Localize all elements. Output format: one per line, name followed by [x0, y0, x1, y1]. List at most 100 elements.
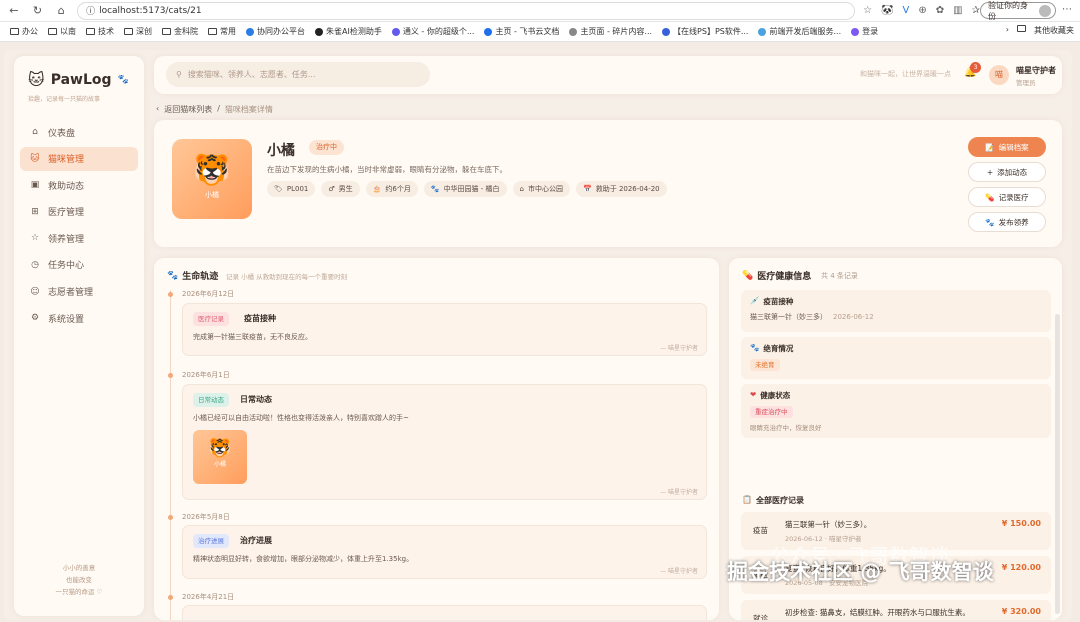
- sidebar-menu: ⌂ 仪表盘 🐱 猫咪管理 ▣ 救助动态 ⊞ 医疗管理 ☆ 领养管理 ◷ 任务中心 ☺ 志愿者管理 ⚙ 系统设置: [20, 120, 138, 333]
- bookmark-item[interactable]: 常用: [208, 26, 236, 37]
- brand[interactable]: 🐱 PawLog 🐾: [28, 70, 129, 89]
- edit-profile-button[interactable]: 📝 编辑档案: [968, 137, 1046, 157]
- search-input[interactable]: ⚲ 搜索猫咪、领养人、志愿者、任务...: [166, 62, 430, 87]
- back-to-list-link[interactable]: 返回猫咪列表: [164, 104, 212, 115]
- more-menu-icon[interactable]: ⋯: [1062, 4, 1072, 15]
- chip-text: 救助于 2026-04-20: [595, 185, 660, 193]
- heart-icon: ❤: [750, 390, 757, 399]
- bookmark-item[interactable]: 技术: [86, 26, 114, 37]
- gender-icon: ♂: [328, 185, 335, 193]
- action-label: 添加动态: [997, 167, 1028, 177]
- favorites-icon[interactable]: ✰: [972, 5, 980, 16]
- site-icon: [315, 27, 323, 36]
- timeline-event-card[interactable]: 日常动态 日常动态 小橘已经可以自由活动啦！性格也变得活泼亲人，特别喜欢蹭人的手…: [182, 384, 707, 500]
- extension-v-icon[interactable]: V: [903, 5, 910, 16]
- bookmark-item[interactable]: 深创: [124, 26, 152, 37]
- syringe-icon: 💉: [750, 296, 760, 305]
- bookmark-label: 金科院: [174, 27, 198, 36]
- extensions-icon[interactable]: ✿: [936, 5, 944, 16]
- cat-info-chips: 🏷 PL001 ♂ 男生 🎂 约6个月 🐾 中华田园猫 - 橘白 ⌂ 市中心公园 📅 救助于 2026…: [267, 181, 667, 197]
- bookmark-label: 主页 - 飞书云文档: [495, 27, 560, 36]
- event-photo[interactable]: 🐯 小橘: [193, 430, 247, 484]
- publish-adoption-button[interactable]: 🐾 发布领养: [968, 212, 1046, 232]
- sidebar-item-4[interactable]: ☆ 领养管理: [20, 226, 138, 250]
- bookmark-item[interactable]: 以南: [48, 26, 76, 37]
- identity-button[interactable]: 验证你的身份: [979, 1, 1056, 21]
- event-text: 小橘已经可以自由活动啦！性格也变得活泼亲人，特别喜欢蹭人的手~: [193, 414, 409, 422]
- sidebar-item-6[interactable]: ☺ 志愿者管理: [20, 280, 138, 304]
- sidebar: 🐱 PawLog 🐾 拾趣，记录每一只猫的故事 ⌂ 仪表盘 🐱 猫咪管理 ▣ 救助动态 ⊞ 医…: [14, 56, 144, 616]
- record-medical-button[interactable]: 💊 记录医疗: [968, 187, 1046, 207]
- timeline-title-text: 生命轨迹: [182, 272, 219, 282]
- condition-title-text: 健康状态: [760, 391, 791, 400]
- scrollbar[interactable]: [1055, 314, 1060, 614]
- chip-text: 男生: [338, 185, 353, 193]
- age-chip: 🎂 约6个月: [365, 181, 418, 197]
- cat-face-icon: 🐯: [208, 438, 232, 459]
- sidebar-item-0[interactable]: ⌂ 仪表盘: [20, 120, 138, 144]
- split-screen-icon[interactable]: ▥: [953, 5, 962, 16]
- reload-icon[interactable]: ↻: [28, 4, 48, 17]
- bookmark-item[interactable]: 通义 - 你的超级个...: [391, 26, 474, 37]
- notification-badge: 3: [970, 62, 981, 73]
- record-type: 就诊: [753, 614, 768, 620]
- extension-link-icon[interactable]: ⊕: [918, 5, 926, 16]
- sidebar-item-3[interactable]: ⊞ 医疗管理: [20, 200, 138, 224]
- bookmark-label: 前端开发后端服务...: [769, 27, 842, 36]
- chevron-right-icon[interactable]: ›: [1006, 25, 1009, 36]
- timeline-event-card[interactable]: [182, 605, 707, 620]
- medical-record-row[interactable]: 就诊初步检查: 猫鼻支，结膜红肿。开眼药水与口服抗生素。2026-04-21 ·…: [741, 600, 1051, 620]
- timeline-event-card[interactable]: 治疗进展 治疗进展 精神状态明显好转，食欲增加，眼部分泌物减少，体重上升至1.3…: [182, 525, 707, 579]
- info-icon[interactable]: ⓘ: [86, 4, 95, 17]
- user-avatar[interactable]: 喵: [989, 65, 1009, 85]
- timeline-panel: 🐾 生命轨迹 记录 小橘 从救助到现在的每一个重要时刻 2026年6月12日 医…: [154, 258, 719, 620]
- cat-profile-card: 🐯 小橘 小橘 治疗中 在苗边下发现的生病小橘，当时非常虚弱，眼睛有分泌物，躲在…: [154, 120, 1062, 247]
- home-icon[interactable]: ⌂: [51, 4, 71, 17]
- clock-icon: ◷: [31, 259, 39, 270]
- record-description: 猫三联第一针（妙三多）。: [785, 520, 872, 529]
- id-icon: 🏷: [274, 185, 283, 193]
- add-post-button[interactable]: + 添加动态: [968, 162, 1046, 182]
- favorite-star-icon[interactable]: ☆: [863, 5, 872, 16]
- event-title: 疫苗接种: [244, 314, 276, 323]
- bookmark-item[interactable]: 主页面 - 碎片内容...: [569, 26, 652, 37]
- bookmark-item[interactable]: 协同办公平台: [246, 26, 305, 37]
- other-bookmarks[interactable]: › 其他收藏夹: [999, 25, 1074, 36]
- event-photo-caption: 小橘: [213, 461, 226, 468]
- extension-panda-icon[interactable]: 🐼: [881, 5, 893, 16]
- record-type: 疫苗: [753, 526, 768, 535]
- bookmark-item[interactable]: 前端开发后端服务...: [758, 26, 841, 37]
- bookmark-item[interactable]: 【在线PS】PS软件...: [662, 26, 748, 37]
- bookmark-item[interactable]: 登录: [851, 26, 878, 37]
- sidebar-footer: 小小的善意 也能改变 一只猫的命运 ♡: [14, 562, 144, 598]
- back-icon[interactable]: ←: [4, 4, 24, 17]
- sidebar-item-2[interactable]: ▣ 救助动态: [20, 173, 138, 197]
- timeline-subtitle: 记录 小橘 从救助到现在的每一个重要时刻: [226, 273, 348, 281]
- bookmark-item[interactable]: 主页 - 飞书云文档: [484, 26, 559, 37]
- sidebar-item-label: 志愿者管理: [48, 288, 94, 299]
- cat-logo-icon: 🐱: [28, 70, 45, 89]
- sidebar-item-7[interactable]: ⚙ 系统设置: [20, 306, 138, 330]
- timeline-event-card[interactable]: 医疗记录 疫苗接种 完成第一针猫三联疫苗，无不良反应。 — 喵星守护者: [182, 303, 707, 356]
- breadcrumb-current: 猫咪档案详情: [224, 105, 273, 114]
- rescue-date-chip: 📅 救助于 2026-04-20: [576, 181, 667, 197]
- sidebar-item-label: 任务中心: [48, 261, 85, 272]
- user-name[interactable]: 喵星守护者: [1016, 65, 1056, 76]
- url-text: localhost:5173/cats/21: [99, 5, 202, 16]
- bookmark-item[interactable]: 金科院: [162, 26, 198, 37]
- cat-avatar-caption: 小橘: [205, 191, 219, 199]
- address-bar[interactable]: ⓘ localhost:5173/cats/21: [77, 1, 856, 20]
- event-date: 2026年6月1日: [182, 371, 230, 379]
- bookmark-label: 常用: [220, 27, 236, 36]
- timeline-title: 🐾 生命轨迹: [167, 269, 219, 283]
- bookmark-label: 朱雀AI检测助手: [326, 27, 382, 36]
- event-tag: 日常动态: [193, 393, 229, 407]
- brand-tagline: 拾趣，记录每一只猫的故事: [28, 96, 101, 103]
- bookmark-item[interactable]: 办公: [10, 26, 38, 37]
- back-chevron-icon[interactable]: ‹: [156, 104, 159, 115]
- bookmark-label: 办公: [22, 27, 38, 36]
- sidebar-item-1[interactable]: 🐱 猫咪管理: [20, 146, 138, 171]
- sidebar-item-5[interactable]: ◷ 任务中心: [20, 253, 138, 277]
- cat-face-icon: 🐯: [193, 153, 231, 188]
- bookmark-item[interactable]: 朱雀AI检测助手: [315, 26, 382, 37]
